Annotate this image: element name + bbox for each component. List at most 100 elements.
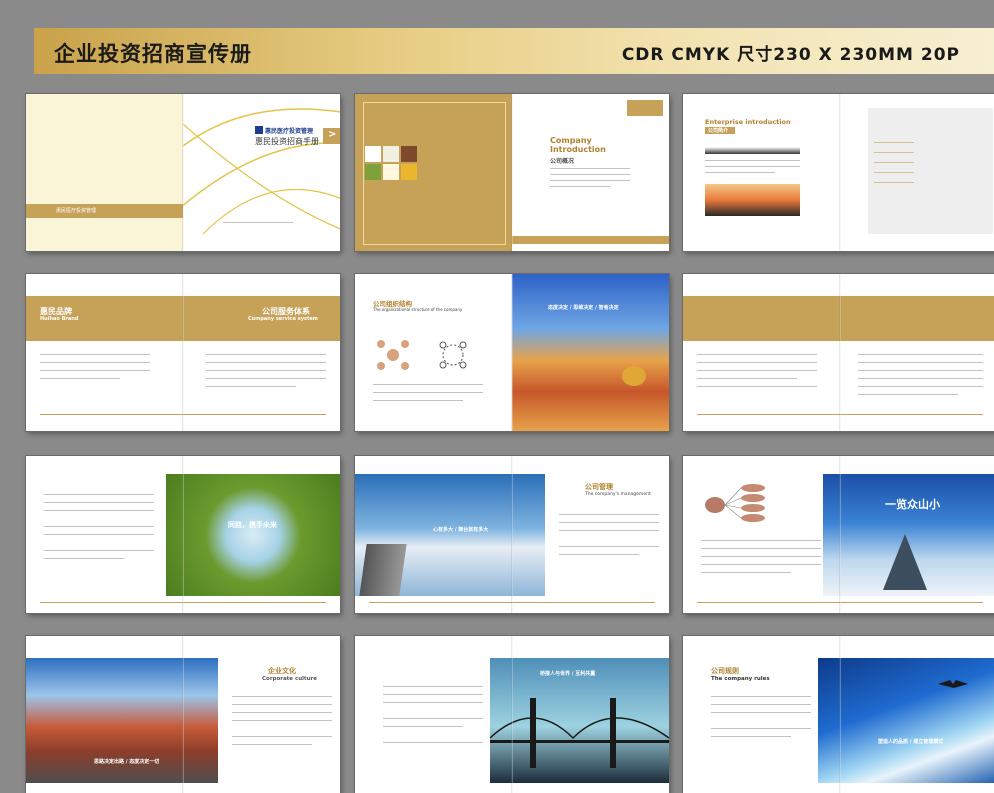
text-line: [559, 530, 659, 531]
text-line: [383, 742, 483, 743]
text-line: [559, 522, 659, 523]
bridge-slogan: 桥接人与世界 / 互利共赢: [540, 671, 596, 677]
text-line: [697, 354, 817, 355]
intro-title-1: Company: [550, 136, 592, 145]
fold: [511, 274, 513, 431]
text-line: [44, 550, 154, 551]
cover-band: [26, 204, 183, 218]
photo-tile: [365, 146, 381, 162]
photo-tile: [383, 146, 399, 162]
text-line: [232, 712, 332, 713]
directory-panel: [868, 108, 993, 234]
brand-name: 惠民医疗投资管理: [265, 128, 314, 135]
text-line: [206, 370, 326, 371]
text-line: [705, 160, 800, 161]
cover-arrow-block: >: [323, 128, 340, 144]
text-line: [559, 546, 659, 547]
text-line: [701, 572, 791, 573]
enterprise-title: Enterprise introduction: [705, 118, 791, 126]
photo-tile: [401, 146, 417, 162]
text-line: [373, 400, 463, 401]
summit-left: [683, 456, 840, 613]
text-line: [206, 386, 296, 387]
enterprise-sub: 公司简介: [708, 128, 729, 134]
spread-enterprise-intro: Enterprise introduction 公司简介: [683, 94, 994, 251]
text-line: [701, 564, 821, 565]
text-line: [711, 736, 791, 737]
text-line: [550, 174, 630, 175]
org-left: 公司组织结构 The organizational structure of t…: [355, 274, 512, 431]
fold: [839, 456, 841, 613]
cover-contact-line: [223, 222, 293, 223]
text-line: [858, 378, 983, 379]
dir-line: [874, 182, 914, 183]
text-line: [40, 354, 150, 355]
text-line: [383, 726, 463, 727]
intro-subtitle: 公司概况: [550, 158, 575, 165]
text-line: [701, 556, 821, 557]
culture-subtitle: Corporate culture: [262, 676, 317, 682]
text-line: [559, 514, 659, 515]
text-line: [206, 362, 326, 363]
management-subtitle: The company's management: [585, 492, 651, 497]
fold: [839, 636, 841, 793]
fold: [511, 636, 513, 793]
culture-title: 企业文化: [268, 667, 296, 675]
rules-title: 公司规则: [711, 667, 739, 675]
bridge-photo: 桥接人与世界 / 互利共赢: [490, 658, 669, 783]
intro-left-page: [355, 94, 512, 251]
text-line: [373, 384, 483, 385]
culture-text: 企业文化 Corporate culture: [218, 658, 340, 783]
wave-photo: 塑造人的品质 / 建立管理模式: [818, 658, 994, 783]
text-line: [711, 704, 811, 705]
logo-icon: [255, 126, 263, 134]
text-line: [858, 362, 983, 363]
fold: [182, 456, 184, 613]
text-line: [40, 370, 150, 371]
management-title: 公司管理: [585, 483, 613, 491]
desert-photo: 态度决定 / 思维决定 / 智者决定: [512, 274, 669, 431]
text-line: [232, 696, 332, 697]
text-line: [40, 362, 150, 363]
photo-tile: [401, 164, 417, 180]
photo-tile: [365, 164, 381, 180]
text-line: [711, 712, 811, 713]
management-slogan: 心有多大 / 舞台就有多大: [433, 527, 489, 533]
text-line: [701, 548, 821, 549]
culture-slogan: 思路决定出路 / 态度决定一切: [94, 759, 160, 765]
rock-peak: [883, 534, 927, 590]
mountain-photo: 心有多大 / 舞台就有多大: [355, 474, 545, 596]
text-line: [232, 704, 332, 705]
text-line: [383, 694, 483, 695]
enterprise-right: [840, 94, 994, 251]
footer-band: [512, 236, 669, 244]
tree-diagram: [705, 484, 765, 522]
text-line: [383, 686, 483, 687]
text-line: [858, 354, 983, 355]
fold: [511, 456, 513, 613]
text-line: [559, 554, 639, 555]
fold: [182, 636, 184, 793]
text-line: [858, 394, 958, 395]
spread-together: 同路，携手未来: [26, 456, 340, 613]
fold: [182, 94, 184, 251]
spread-culture: 思路决定出路 / 态度决定一切 企业文化 Corporate culture: [26, 636, 340, 793]
text-line: [550, 168, 630, 169]
road-photo: 思路决定出路 / 态度决定一切: [26, 658, 218, 783]
header-banner: 企业投资招商宣传册 CDR CMYK 尺寸230 X 230MM 20P: [34, 28, 994, 74]
text-line: [373, 392, 483, 393]
text-line: [44, 526, 154, 527]
bridge-left: [355, 636, 512, 793]
spec-label: CDR CMYK 尺寸230 X 230MM 20P: [621, 45, 960, 65]
spread-company-intro: Company Introduction 公司概况: [355, 94, 669, 251]
spread-cover: 惠民医疗投资管理 > 惠民医疗投资管理 惠民投资招商手册: [26, 94, 340, 251]
eagle-icon: [938, 680, 968, 688]
spread-bridge: 桥接人与世界 / 互利共赢: [355, 636, 669, 793]
summit-photo: 一览众山小: [823, 474, 994, 596]
text-line: [44, 502, 154, 503]
page-title: 企业投资招商宣传册: [54, 42, 252, 66]
text-line: [206, 378, 326, 379]
spread-summit: 一览众山小: [683, 456, 994, 613]
city-skyline: [705, 144, 800, 154]
text-line: [858, 386, 983, 387]
